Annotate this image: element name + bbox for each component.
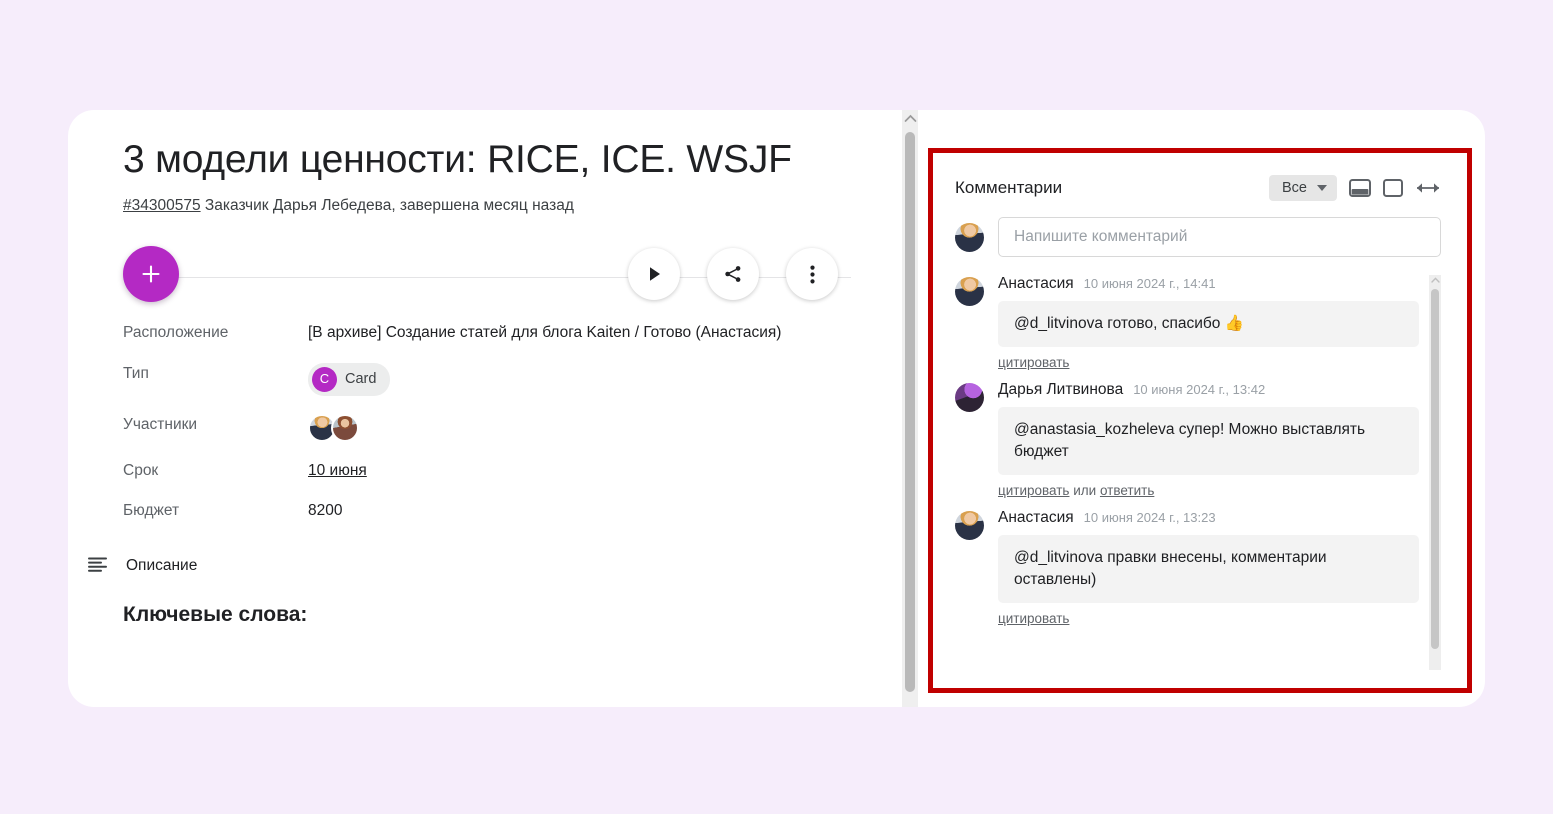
card-subtitle-rest: Заказчик Дарья Лебедева, завершена месяц… — [200, 196, 574, 214]
comment-author: Анастасия — [998, 509, 1074, 526]
comment-list-scrollbar[interactable] — [1429, 275, 1441, 670]
comments-filter-label: Все — [1282, 180, 1307, 196]
comment-list: Анастасия 10 июня 2024 г., 14:41 @d_litv… — [955, 275, 1441, 670]
comments-title: Комментарии — [955, 178, 1063, 197]
field-row-members: Участники — [123, 413, 853, 442]
comment-meta: Анастасия 10 июня 2024 г., 13:23 — [998, 509, 1419, 527]
avatar[interactable] — [955, 277, 984, 306]
comment-body: Дарья Литвинова 10 июня 2024 г., 13:42 @… — [998, 381, 1419, 498]
description-lines-icon — [88, 557, 107, 572]
scroll-up-arrow[interactable] — [1429, 277, 1441, 283]
comment-body: Анастасия 10 июня 2024 г., 13:23 @d_litv… — [998, 509, 1419, 626]
play-button[interactable] — [628, 248, 680, 301]
card-id-link[interactable]: #34300575 — [123, 197, 201, 214]
layout-square-icon — [1383, 179, 1403, 197]
comment-meta: Анастасия 10 июня 2024 г., 14:41 — [998, 275, 1419, 293]
chevron-up-icon — [904, 114, 916, 122]
card-scrollbar[interactable] — [902, 110, 918, 707]
field-row-type: Тип C Card — [123, 362, 853, 396]
comment-timestamp: 10 июня 2024 г., 14:41 — [1083, 276, 1216, 291]
member-avatars — [308, 413, 359, 442]
comment-actions: цитировать — [998, 355, 1419, 370]
card-type-badge: C — [312, 366, 337, 392]
list-item: Анастасия 10 июня 2024 г., 13:23 @d_litv… — [955, 509, 1419, 626]
layout-bottom-button[interactable] — [1349, 179, 1371, 197]
resize-horizontal-button[interactable] — [1415, 181, 1441, 195]
field-row-location: Расположение [В архиве] Создание статей … — [123, 322, 853, 344]
comment-text: @d_litvinova готово, спасибо 👍 — [998, 301, 1419, 347]
share-button[interactable] — [707, 248, 759, 301]
plus-icon — [142, 265, 160, 283]
avatar[interactable] — [955, 383, 984, 412]
field-value-type: C Card — [308, 362, 391, 396]
card-subtitle: #34300575 Заказчик Дарья Лебедева, завер… — [123, 195, 853, 217]
field-label: Бюджет — [123, 502, 180, 520]
card-action-bar — [123, 246, 853, 308]
description-body: Ключевые слова: — [123, 602, 308, 626]
card-type-chip[interactable]: C Card — [308, 362, 391, 396]
quote-link[interactable]: цитировать — [998, 611, 1069, 626]
comment-input[interactable] — [998, 217, 1441, 257]
comment-timestamp: 10 июня 2024 г., 13:23 — [1083, 510, 1216, 525]
chevron-up-icon — [1430, 277, 1440, 283]
page-title: 3 модели ценности: RICE, ICE. WSJF — [123, 138, 792, 181]
play-icon — [649, 267, 660, 282]
comment-body: Анастасия 10 июня 2024 г., 14:41 @d_litv… — [998, 275, 1419, 370]
field-value-budget: 8200 — [308, 502, 343, 520]
list-item: Дарья Литвинова 10 июня 2024 г., 13:42 @… — [955, 381, 1419, 498]
avatar[interactable] — [331, 413, 359, 442]
current-user-avatar — [955, 222, 984, 252]
comment-composer — [955, 217, 1441, 257]
field-label: Срок — [123, 461, 159, 479]
layout-bottom-icon — [1349, 179, 1371, 197]
comment-actions: цитировать или ответить — [998, 483, 1419, 498]
add-button[interactable] — [123, 246, 179, 303]
quote-link[interactable]: цитировать — [998, 483, 1069, 498]
description-title: Описание — [126, 556, 198, 574]
scrollbar-thumb[interactable] — [1431, 289, 1439, 649]
reply-link[interactable]: ответить — [1100, 483, 1154, 498]
chevron-down-icon — [1317, 185, 1327, 191]
field-label: Тип — [123, 364, 149, 382]
comment-author: Дарья Литвинова — [998, 381, 1124, 398]
field-row-budget: Бюджет 8200 — [123, 500, 853, 522]
more-vertical-icon — [809, 265, 815, 284]
comment-actions: цитировать — [998, 611, 1419, 626]
field-label: Расположение — [123, 324, 229, 342]
field-value-location[interactable]: [В архиве] Создание статей для блога Kai… — [308, 322, 781, 344]
comment-timestamp: 10 июня 2024 г., 13:42 — [1133, 382, 1266, 397]
comments-tools: Все — [1269, 175, 1441, 201]
avatar[interactable] — [955, 511, 984, 540]
comments-header: Комментарии Все — [955, 175, 1441, 201]
scrollbar-thumb[interactable] — [905, 132, 915, 692]
card-fields: Расположение [В архиве] Создание статей … — [123, 322, 853, 522]
comment-meta: Дарья Литвинова 10 июня 2024 г., 13:42 — [998, 381, 1419, 399]
more-options-button[interactable] — [786, 248, 838, 301]
field-label: Участники — [123, 415, 198, 433]
card-detail-column: 3 модели ценности: RICE, ICE. WSJF #3430… — [68, 110, 893, 707]
comments-filter-dropdown[interactable]: Все — [1269, 175, 1337, 201]
scroll-up-arrow[interactable] — [902, 114, 918, 123]
comment-text: @anastasia_kozheleva супер! Можно выстав… — [998, 407, 1419, 475]
comment-author: Анастасия — [998, 275, 1074, 292]
list-item: Анастасия 10 июня 2024 г., 14:41 @d_litv… — [955, 275, 1419, 370]
description-header: Описание — [88, 557, 853, 575]
comment-text: @d_litvinova правки внесены, комментарии… — [998, 535, 1419, 603]
page-root: 3 модели ценности: RICE, ICE. WSJF #3430… — [0, 0, 1553, 814]
actions-separator: или — [1069, 483, 1100, 498]
comments-highlight-box: Комментарии Все Напишите комментарий Ана… — [928, 148, 1472, 693]
comments-panel: Комментарии Все Напишите комментарий Ана… — [933, 153, 1467, 688]
share-icon — [725, 266, 741, 283]
card-type-label: Card — [345, 370, 377, 387]
resize-horizontal-icon — [1417, 183, 1439, 193]
field-value-members — [308, 413, 359, 442]
quote-link[interactable]: цитировать — [998, 355, 1069, 370]
field-row-due: Срок 10 июня — [123, 460, 853, 482]
field-value-due-date[interactable]: 10 июня — [308, 460, 367, 482]
layout-square-button[interactable] — [1383, 179, 1403, 197]
